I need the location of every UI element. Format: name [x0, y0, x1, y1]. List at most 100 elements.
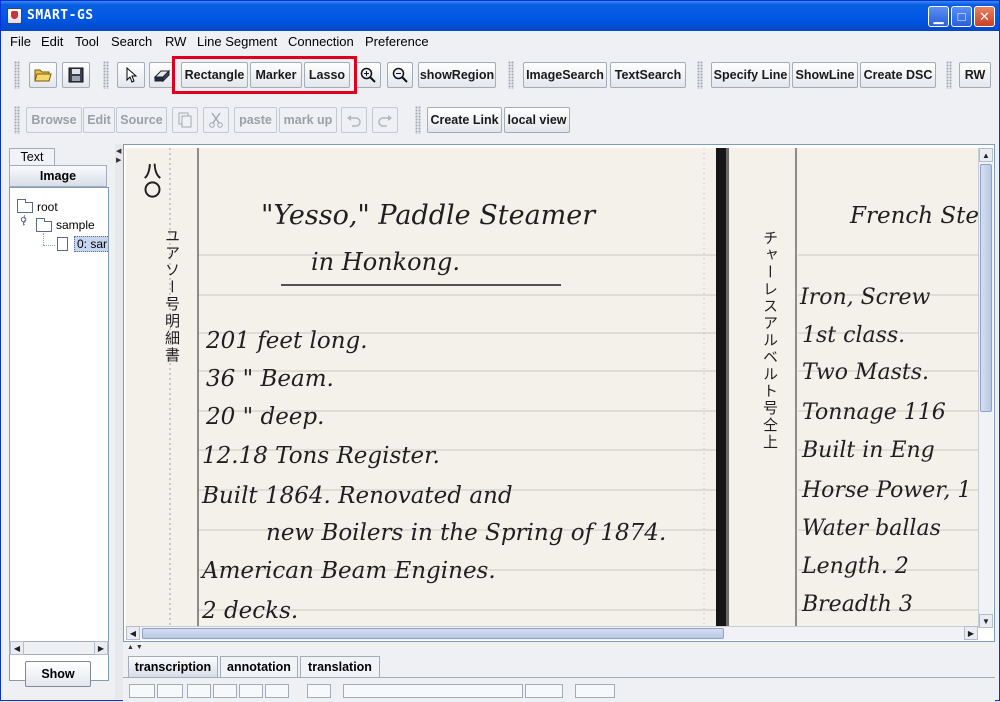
toolbar-grip[interactable] — [697, 61, 703, 89]
left-panel: Text Image root ⚲ sample 0: sar ◀ ▶ Show — [7, 144, 115, 695]
tab-transcription[interactable]: transcription — [128, 656, 218, 677]
close-button[interactable]: ✕ — [974, 6, 995, 27]
manuscript-line: Two Masts. — [802, 360, 930, 385]
root-folder-icon — [17, 199, 33, 213]
manuscript-line: Breadth 3 — [802, 592, 913, 617]
toolbar-grip[interactable] — [103, 61, 109, 89]
manuscript-line: Built in Eng — [802, 438, 935, 463]
menu-rw[interactable]: RW — [165, 34, 186, 49]
create-link-button[interactable]: Create Link — [427, 107, 502, 133]
zoom-in-button[interactable] — [355, 62, 381, 88]
scroll-left-arrow-icon[interactable]: ◀ — [126, 626, 140, 640]
tab-image[interactable]: Image — [9, 165, 107, 187]
menu-file[interactable]: File — [10, 34, 31, 49]
specify-line-button[interactable]: Specify Line — [711, 62, 790, 88]
font-select[interactable] — [343, 684, 523, 698]
copy-icon — [178, 112, 192, 128]
create-dsc-button[interactable]: Create DSC — [860, 62, 936, 88]
undo-button[interactable] — [341, 107, 367, 133]
maximize-button[interactable]: □ — [951, 6, 972, 27]
color-select[interactable] — [575, 684, 615, 698]
scroll-right-arrow-icon[interactable]: ▶ — [964, 626, 978, 640]
tab-text[interactable]: Text — [9, 148, 55, 166]
select-pointer-button[interactable] — [117, 62, 145, 88]
scroll-down-arrow-icon[interactable]: ▼ — [979, 614, 993, 628]
viewer-horizontal-scrollbar[interactable]: ◀ ▶ — [126, 626, 978, 640]
save-button[interactable] — [62, 62, 90, 88]
folder-open-icon — [34, 69, 52, 82]
open-button[interactable] — [29, 62, 57, 88]
split-up-down-arrows-icon[interactable]: ▲ ▼ — [127, 644, 143, 651]
manuscript-line: Length. 2 — [802, 554, 909, 579]
menu-search[interactable]: Search — [111, 34, 152, 49]
mark-up-button[interactable]: mark up — [279, 107, 337, 133]
more-button[interactable] — [307, 684, 331, 698]
manuscript-line: "Yesso," Paddle Steamer — [261, 200, 596, 231]
manuscript-line: Iron, Screw — [800, 285, 931, 310]
rw-button[interactable]: RW — [959, 62, 991, 88]
tree-connector — [43, 245, 55, 246]
format-button[interactable] — [157, 684, 183, 698]
show-button[interactable]: Show — [25, 661, 91, 687]
menu-edit[interactable]: Edit — [41, 34, 63, 49]
scroll-up-arrow-icon[interactable]: ▲ — [979, 148, 993, 162]
tab-translation[interactable]: translation — [300, 656, 380, 677]
tree-horizontal-scrollbar[interactable]: ◀ ▶ — [9, 641, 109, 655]
align-button[interactable] — [265, 684, 289, 698]
edit-button[interactable]: Edit — [83, 107, 115, 133]
expand-right-arrow-icon[interactable]: ▶ — [116, 156, 121, 164]
tree-node-sample[interactable]: sample — [56, 218, 95, 232]
minimize-button[interactable]: ▁ — [928, 6, 949, 27]
toolbar-grip[interactable] — [415, 106, 421, 134]
title-bar[interactable]: SMART-GS ▁ □ ✕ — [1, 1, 999, 31]
size-select[interactable] — [525, 684, 563, 698]
image-search-button[interactable]: ImageSearch — [523, 62, 607, 88]
manuscript-line: American Beam Engines. — [202, 558, 496, 584]
show-region-button[interactable]: showRegion — [418, 62, 496, 88]
menu-tool[interactable]: Tool — [75, 34, 99, 49]
text-search-button[interactable]: TextSearch — [610, 62, 686, 88]
window-title: SMART-GS — [27, 8, 94, 23]
toolbar-grip[interactable] — [946, 61, 952, 89]
tree-node-root[interactable]: root — [37, 200, 58, 214]
file-tree[interactable]: root ⚲ sample 0: sar — [9, 187, 109, 681]
cut-button[interactable] — [203, 107, 229, 133]
undo-icon — [347, 115, 361, 127]
toolbar-grip[interactable] — [14, 106, 20, 134]
manuscript-line: 201 feet long. — [206, 328, 368, 354]
redo-button[interactable] — [372, 107, 398, 133]
toolbar-grip[interactable] — [508, 61, 514, 89]
manuscript-image[interactable]: 八〇 ユアソー号明細書 チャーレスアルベルト号仝上 "Yesso," Paddl… — [126, 148, 978, 628]
scroll-left-arrow-icon[interactable]: ◀ — [10, 641, 24, 655]
tree-node-file[interactable]: 0: sar — [74, 236, 108, 252]
format-button[interactable] — [129, 684, 155, 698]
align-button[interactable] — [213, 684, 237, 698]
scroll-right-arrow-icon[interactable]: ▶ — [94, 641, 108, 655]
menu-line-segment[interactable]: Line Segment — [197, 34, 277, 49]
manuscript-line: 20 " deep. — [206, 404, 325, 430]
show-line-button[interactable]: ShowLine — [792, 62, 858, 88]
zoom-out-button[interactable] — [387, 62, 413, 88]
image-viewer[interactable]: 八〇 ユアソー号明細書 チャーレスアルベルト号仝上 "Yesso," Paddl… — [123, 144, 995, 642]
copy-button[interactable] — [172, 107, 198, 133]
tab-annotation[interactable]: annotation — [220, 656, 298, 677]
file-icon — [57, 237, 68, 251]
align-button[interactable] — [239, 684, 263, 698]
local-view-button[interactable]: local view — [504, 107, 570, 133]
collapse-left-arrow-icon[interactable]: ◀ — [116, 147, 121, 155]
expand-handle-icon[interactable]: ⚲ — [20, 216, 27, 227]
toolbar-grip[interactable] — [14, 61, 20, 89]
paste-button[interactable]: paste — [234, 107, 277, 133]
menu-preference[interactable]: Preference — [365, 34, 429, 49]
vertical-scroll-thumb[interactable] — [980, 164, 992, 412]
menu-connection[interactable]: Connection — [288, 34, 354, 49]
viewer-vertical-scrollbar[interactable]: ▲ ▼ — [978, 148, 993, 628]
source-button[interactable]: Source — [116, 107, 167, 133]
browse-button[interactable]: Browse — [26, 107, 82, 133]
zoom-out-icon — [392, 67, 408, 83]
left-vertical-caption: ユアソー号明細書 — [163, 228, 181, 364]
panel-splitter[interactable]: ◀ ▶ — [115, 144, 123, 699]
horizontal-scroll-thumb[interactable] — [142, 628, 724, 639]
eraser-icon — [153, 69, 171, 83]
format-button[interactable] — [187, 684, 211, 698]
